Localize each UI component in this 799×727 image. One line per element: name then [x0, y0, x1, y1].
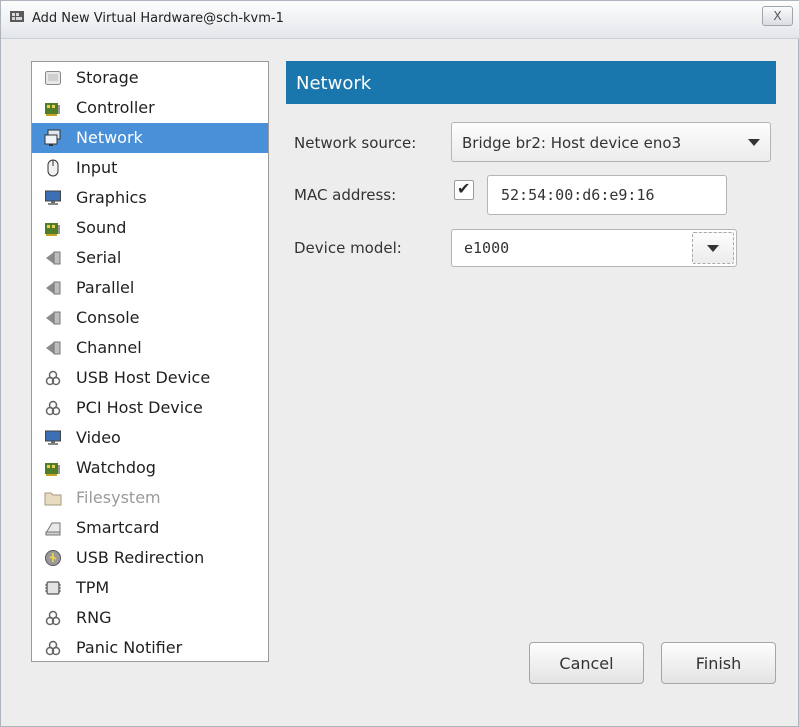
network-source-select[interactable]: Bridge br2: Host device eno3 — [451, 122, 771, 162]
list-item-watchdog[interactable]: Watchdog — [32, 453, 268, 483]
storage-icon — [45, 71, 61, 85]
virt-manager-icon — [10, 11, 24, 22]
list-item-label: Input — [76, 158, 118, 177]
list-item-tpm[interactable]: TPM — [32, 573, 268, 603]
mac-address-input[interactable]: 52:54:00:d6:e9:16 — [487, 175, 727, 215]
list-item-storage[interactable]: Storage — [32, 63, 268, 93]
list-item-usb-redirection[interactable]: USB Redirection — [32, 543, 268, 573]
list-item-label: Panic Notifier — [76, 638, 183, 657]
list-item-usb-host-device[interactable]: USB Host Device — [32, 363, 268, 393]
list-item-console[interactable]: Console — [32, 303, 268, 333]
pci-host-device-icon — [45, 400, 61, 416]
mouse-icon — [47, 159, 59, 177]
panic-notifier-icon — [45, 640, 61, 656]
console-port-icon — [46, 311, 61, 325]
checkmark-icon: ✔ — [457, 179, 471, 198]
close-button[interactable]: X — [762, 6, 793, 26]
channel-port-icon — [46, 341, 61, 355]
usb-host-device-icon — [45, 370, 61, 386]
list-item-label: Network — [76, 128, 143, 147]
list-item-label: Parallel — [76, 278, 135, 297]
list-item-label: Sound — [76, 218, 127, 237]
list-item-label: Serial — [76, 248, 122, 267]
list-item-parallel[interactable]: Parallel — [32, 273, 268, 303]
list-item-pci-host-device[interactable]: PCI Host Device — [32, 393, 268, 423]
list-item-label: Storage — [76, 68, 139, 87]
tpm-chip-icon — [45, 581, 61, 595]
list-item-input[interactable]: Input — [32, 153, 268, 183]
list-item-panic-notifier[interactable]: Panic Notifier — [32, 633, 268, 661]
list-item-controller[interactable]: Controller — [32, 93, 268, 123]
list-item-label: PCI Host Device — [76, 398, 203, 417]
close-icon: X — [773, 9, 782, 23]
rng-icon — [45, 610, 61, 626]
device-model-dropdown-button[interactable] — [692, 232, 734, 264]
add-hardware-dialog: Add New Virtual Hardware@sch-kvm-1 X Sto… — [0, 0, 799, 727]
list-item-label: USB Redirection — [76, 548, 205, 567]
panel-title: Network — [296, 73, 372, 94]
list-item-network[interactable]: Network — [32, 123, 268, 153]
mac-address-checkbox[interactable]: ✔ — [454, 179, 474, 200]
list-item-sound[interactable]: Sound — [32, 213, 268, 243]
hardware-type-list[interactable]: Storage Controller Network Input Graphic… — [31, 61, 269, 662]
network-source-label: Network source: — [294, 134, 417, 152]
list-item-label: USB Host Device — [76, 368, 211, 387]
list-item-label: Video — [76, 428, 121, 447]
mac-address-value: 52:54:00:d6:e9:16 — [501, 186, 655, 204]
list-item-smartcard[interactable]: Smartcard — [32, 513, 268, 543]
chevron-down-icon — [748, 139, 760, 146]
list-item-label: Controller — [76, 98, 155, 117]
cancel-button[interactable]: Cancel — [529, 642, 644, 684]
controller-icon — [45, 103, 60, 116]
device-model-combo[interactable]: e1000 — [451, 229, 737, 267]
parallel-port-icon — [46, 281, 61, 295]
device-model-value: e1000 — [464, 239, 510, 257]
monitor-icon — [45, 190, 61, 205]
cancel-button-label: Cancel — [559, 653, 614, 673]
list-item-label: Graphics — [76, 188, 147, 207]
serial-port-icon — [46, 251, 61, 265]
device-model-label: Device model: — [294, 239, 402, 257]
list-item-label: Watchdog — [76, 458, 156, 477]
list-item-channel[interactable]: Channel — [32, 333, 268, 363]
list-item-label: Console — [76, 308, 140, 327]
network-source-value: Bridge br2: Host device eno3 — [462, 134, 682, 152]
chevron-down-icon — [707, 245, 719, 252]
list-item-label: Smartcard — [76, 518, 160, 537]
title-bar[interactable]: Add New Virtual Hardware@sch-kvm-1 X — [1, 1, 799, 39]
video-icon — [45, 430, 61, 445]
list-item-label: Channel — [76, 338, 142, 357]
finish-button-label: Finish — [695, 653, 742, 673]
finish-button[interactable]: Finish — [661, 642, 776, 684]
smartcard-icon — [45, 522, 61, 536]
list-item-rng[interactable]: RNG — [32, 603, 268, 633]
network-icon — [44, 129, 61, 146]
window-title: Add New Virtual Hardware@sch-kvm-1 — [32, 11, 284, 26]
list-item-label: Filesystem — [76, 488, 161, 507]
panel-header: Network — [286, 61, 776, 104]
list-item-graphics[interactable]: Graphics — [32, 183, 268, 213]
mac-address-label: MAC address: — [294, 186, 397, 204]
sound-card-icon — [45, 223, 60, 236]
list-item-video[interactable]: Video — [32, 423, 268, 453]
folder-icon — [44, 492, 62, 506]
list-item-serial[interactable]: Serial — [32, 243, 268, 273]
watchdog-icon — [45, 463, 60, 476]
list-item-filesystem: Filesystem — [32, 483, 268, 513]
list-item-label: TPM — [76, 578, 110, 597]
usb-redirection-icon — [45, 550, 61, 566]
list-item-label: RNG — [76, 608, 112, 627]
